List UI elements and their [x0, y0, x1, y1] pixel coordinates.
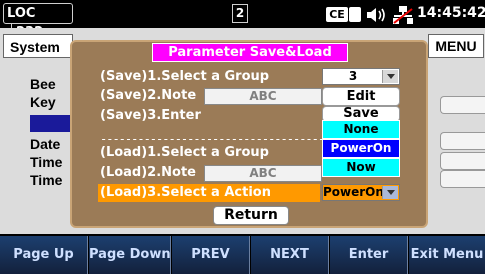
load-action-select[interactable]: PowerOn — [322, 184, 400, 201]
ce-icon: CE — [326, 7, 348, 22]
return-button[interactable]: Return — [213, 206, 289, 225]
page-indicator: 2 — [232, 4, 248, 23]
side-button[interactable] — [440, 170, 485, 188]
edit-button[interactable]: Edit — [322, 87, 400, 106]
highlight-bar — [30, 115, 75, 132]
side-button[interactable] — [440, 152, 485, 170]
side-button[interactable] — [440, 96, 485, 114]
load-select-group-label: (Load)1.Select a Group — [100, 145, 269, 160]
side-button[interactable] — [440, 132, 485, 150]
load-note-field[interactable]: ABC — [204, 165, 322, 182]
loc-label: LOC — [7, 6, 36, 21]
prev-button[interactable]: PREV — [172, 236, 250, 274]
network-icon — [393, 6, 413, 24]
time-label-2: Time — [30, 172, 63, 188]
save-select-group-label: (Save)1.Select a Group — [100, 69, 270, 84]
save-enter-label: (Save)3.Enter — [100, 108, 201, 123]
softkey-bar: Page Up Page Down PREV NEXT Enter Exit M… — [0, 234, 485, 274]
date-label: Date — [30, 136, 61, 152]
status-bar: LOC232 2 CE 14:45:42 — [0, 0, 485, 42]
load-action-value: PowerOn — [323, 185, 384, 199]
save-group-select[interactable]: 3 — [322, 68, 400, 85]
time-label: Time — [30, 154, 63, 170]
enter-button[interactable]: Enter — [330, 236, 408, 274]
dropdown-option-none[interactable]: None — [322, 120, 400, 139]
action-dropdown[interactable]: None PowerOn Now — [322, 120, 400, 177]
page-up-button[interactable]: Page Up — [0, 236, 88, 274]
load-note-label: (Load)2.Note — [100, 165, 197, 180]
load-action-label: (Load)3.Select a Action — [100, 185, 271, 200]
page-down-button[interactable]: Page Down — [89, 236, 171, 274]
beep-label: Bee — [30, 76, 56, 92]
speaker-icon — [367, 8, 385, 22]
dropdown-option-poweron[interactable]: PowerOn — [322, 139, 400, 158]
save-note-label: (Save)2.Note — [100, 88, 197, 103]
tab-system[interactable]: System — [3, 34, 73, 58]
next-button[interactable]: NEXT — [251, 236, 329, 274]
divider: ---------------------------------------- — [100, 132, 350, 146]
remote-status-badge: LOC232 — [3, 3, 73, 42]
menu-tab[interactable]: MENU — [428, 34, 484, 58]
dropdown-option-now[interactable]: Now — [322, 158, 400, 177]
chevron-down-icon[interactable] — [382, 186, 398, 199]
save-note-field[interactable]: ABC — [204, 88, 322, 105]
parameter-save-load-dialog: Parameter Save&Load (Save)1.Select a Gro… — [70, 40, 428, 228]
chevron-down-icon[interactable] — [382, 70, 398, 83]
key-label: Key — [30, 94, 56, 110]
clock: 14:45:42 — [417, 5, 485, 21]
exit-menu-button[interactable]: Exit Menu — [409, 236, 485, 274]
save-group-value: 3 — [348, 69, 358, 83]
storage-icon — [349, 7, 361, 22]
dialog-title: Parameter Save&Load — [152, 43, 348, 62]
